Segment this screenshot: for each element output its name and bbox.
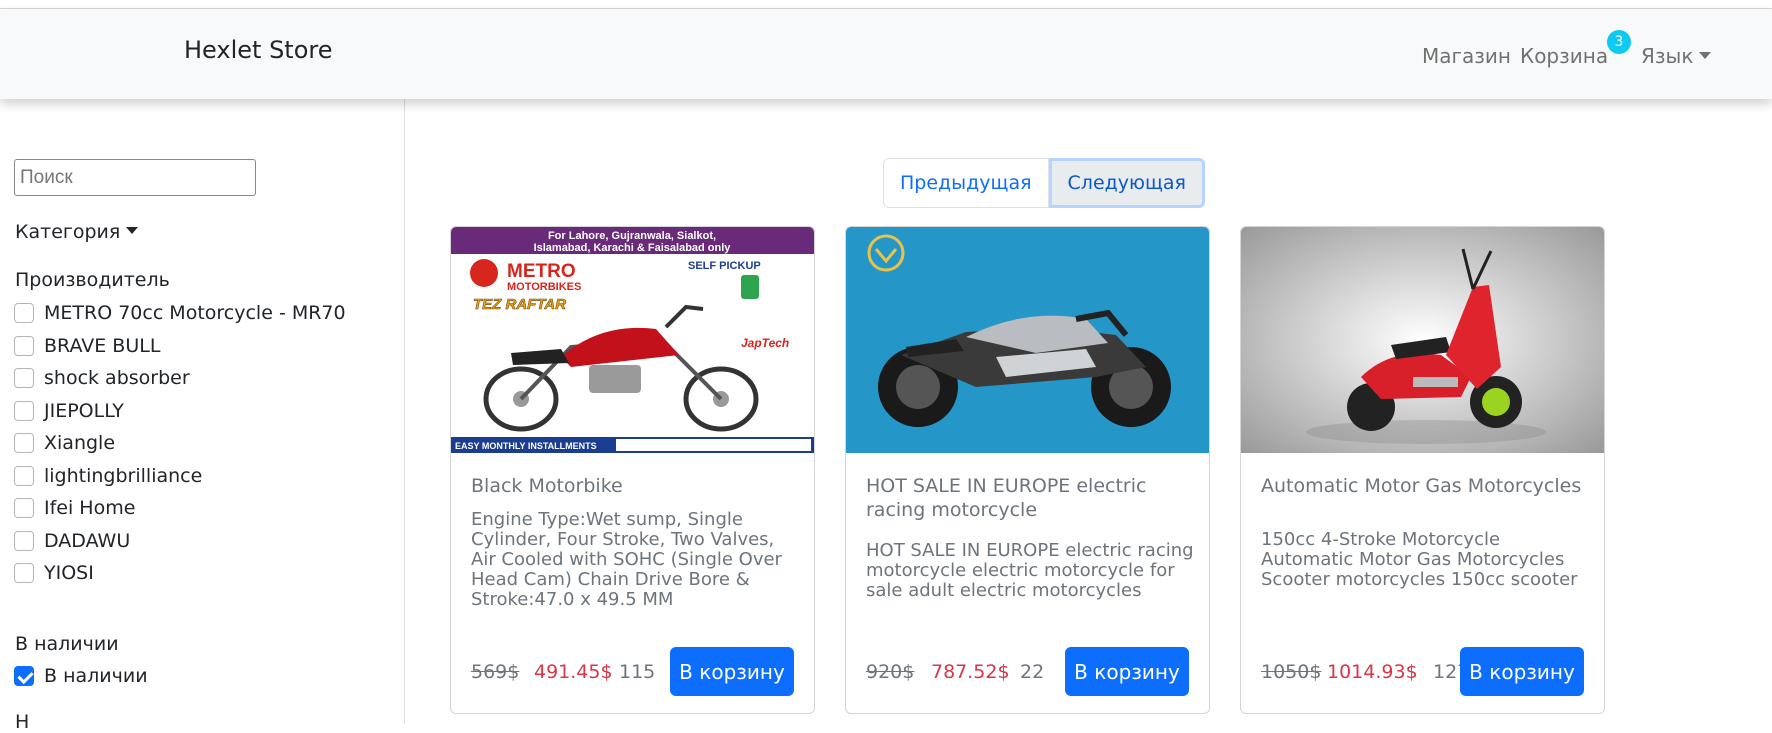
product-description: 150cc 4-Stroke Motorcycle Automatic Moto… (1261, 529, 1578, 590)
maker-option[interactable]: YIOSI (14, 557, 346, 590)
previous-page-button[interactable]: Предыдущая (883, 158, 1049, 208)
add-to-cart-button[interactable]: В корзину (1460, 647, 1584, 696)
in-stock-checkbox[interactable] (14, 666, 34, 687)
maker-option[interactable]: Ifei Home (14, 492, 346, 525)
maker-label: shock absorber (44, 367, 190, 390)
sale-price: 787.52$ (931, 661, 1010, 683)
product-title[interactable]: Black Motorbike (471, 474, 801, 498)
old-price: 569$ (471, 661, 520, 683)
cart-count-badge: 3 (1607, 30, 1631, 54)
maker-checkbox[interactable] (14, 498, 34, 519)
maker-checkbox[interactable] (14, 303, 34, 324)
maker-checkbox[interactable] (14, 563, 34, 584)
category-dropdown[interactable]: Категория (15, 221, 139, 243)
product-description: Engine Type:Wet sump, Single Cylinder, F… (471, 509, 782, 610)
product-description: HOT SALE IN EUROPE electric racing motor… (866, 540, 1194, 601)
maker-checkbox[interactable] (14, 433, 34, 454)
maker-label: DADAWU (44, 529, 131, 552)
product-image-electric-motorcycle[interactable] (846, 227, 1209, 453)
product-card: Automatic Motor Gas Motorcycles 150cc 4-… (1240, 226, 1605, 714)
maker-checkbox[interactable] (14, 400, 34, 421)
maker-checkbox[interactable] (14, 465, 34, 486)
maker-checkbox[interactable] (14, 368, 34, 389)
maker-checkbox[interactable] (14, 335, 34, 356)
maker-label: Ifei Home (44, 497, 136, 520)
old-price: 920$ (866, 661, 915, 683)
in-stock-heading: В наличии (15, 633, 119, 655)
maker-option[interactable]: JIEPOLLY (14, 395, 346, 428)
maker-option[interactable]: BRAVE BULL (14, 330, 346, 363)
product-image-metro[interactable]: For Lahore, Gujranwala, Sialkot, Islamab… (451, 227, 814, 453)
filter-sidebar: Категория Производитель METRO 70cc Motor… (0, 99, 405, 733)
self-pickup-text: SELF PICKUP (688, 260, 761, 272)
product-card: HOT SALE IN EUROPE electric racing motor… (845, 226, 1210, 714)
product-image-scooter[interactable] (1241, 227, 1604, 453)
add-to-cart-button[interactable]: В корзину (670, 647, 794, 696)
category-label: Категория (15, 221, 121, 243)
in-stock-option[interactable]: В наличии (14, 660, 148, 693)
maker-label: BRAVE BULL (44, 334, 161, 357)
maker-option[interactable]: DADAWU (14, 525, 346, 558)
language-label: Язык (1641, 44, 1694, 68)
sale-price: 1014.93$ (1327, 661, 1418, 683)
next-page-button[interactable]: Следующая (1048, 158, 1205, 208)
navbar: Hexlet Store Магазин Корзина 3 Язык (0, 9, 1772, 99)
maker-label: lightingbrilliance (44, 464, 203, 487)
japtech-logo-text: JapTech (741, 336, 789, 350)
maker-label: JIEPOLLY (44, 399, 124, 422)
nav-shop-link[interactable]: Магазин (1422, 44, 1511, 68)
tez-raftar-text: TEZ RAFTAR (473, 296, 566, 313)
maker-option[interactable]: METRO 70cc Motorcycle - MR70 (14, 297, 346, 330)
maker-heading: Производитель (15, 269, 170, 291)
metro-logo-text: METRO (507, 261, 576, 282)
product-title[interactable]: HOT SALE IN EUROPE electric racing motor… (866, 474, 1196, 522)
stock-quantity: 22 (1020, 661, 1045, 683)
product-card: For Lahore, Gujranwala, Sialkot, Islamab… (450, 226, 815, 714)
nav-cart-link[interactable]: Корзина (1520, 44, 1608, 68)
installments-text: EASY MONTHLY INSTALLMENTS (455, 441, 597, 451)
product-title[interactable]: Automatic Motor Gas Motorcycles (1261, 474, 1591, 498)
motorbikes-logo-text: MOTORBIKES (507, 281, 581, 293)
maker-label: METRO 70cc Motorcycle - MR70 (44, 302, 346, 325)
in-stock-label: В наличии (44, 665, 148, 688)
maker-checkbox[interactable] (14, 530, 34, 551)
banner-line-2: Islamabad, Karachi & Faisalabad only (534, 242, 732, 254)
stock-quantity: 115 (619, 661, 656, 683)
brand-link[interactable]: Hexlet Store (184, 36, 333, 64)
maker-option[interactable]: Xiangle (14, 427, 346, 460)
maker-label: Xiangle (44, 432, 116, 455)
language-dropdown[interactable]: Язык (1641, 44, 1712, 68)
maker-label: YIOSI (44, 562, 94, 585)
search-input[interactable] (14, 159, 256, 196)
maker-list: METRO 70cc Motorcycle - MR70 BRAVE BULL … (14, 297, 346, 590)
chevron-down-icon (126, 227, 139, 234)
add-to-cart-button[interactable]: В корзину (1065, 647, 1189, 696)
chevron-down-icon (1699, 52, 1712, 59)
pagination: Предыдущая Следующая (883, 158, 1205, 208)
maker-option[interactable]: lightingbrilliance (14, 460, 346, 493)
sale-price: 491.45$ (534, 661, 613, 683)
maker-option[interactable]: shock absorber (14, 362, 346, 395)
browser-top-edge (0, 0, 1772, 9)
next-filter-heading: Н (15, 711, 30, 733)
old-price: 1050$ (1261, 661, 1322, 683)
banner-line-1: For Lahore, Gujranwala, Sialkot, (548, 230, 716, 242)
